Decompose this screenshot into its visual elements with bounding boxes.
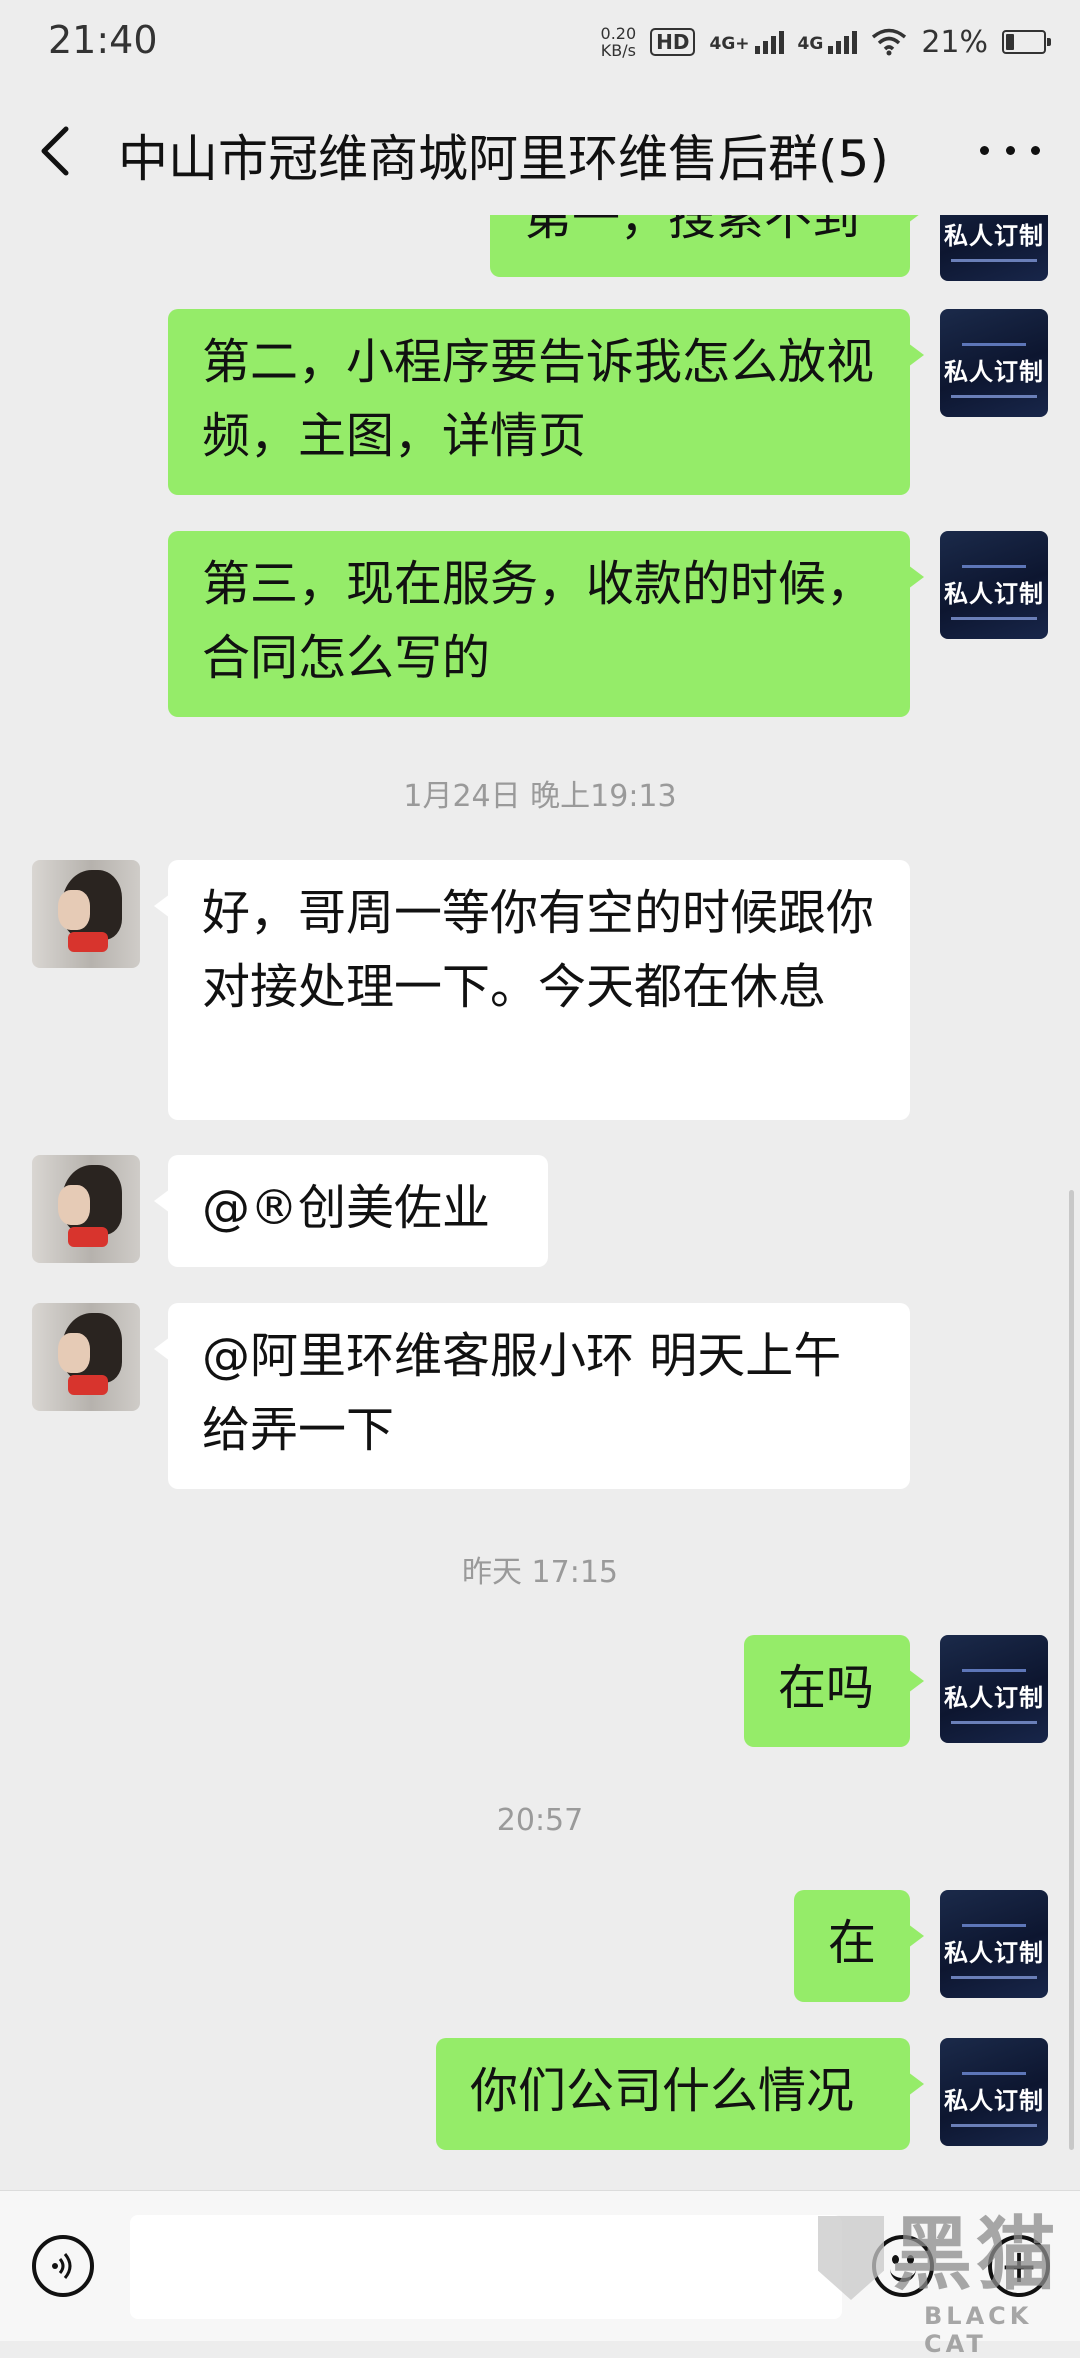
message-bubble[interactable]: 第二，小程序要告诉我怎么放视频，主图，详情页	[168, 309, 924, 495]
message-bubble[interactable]: 好，哥周一等你有空的时候跟你对接处理一下。今天都在休息	[154, 860, 910, 1120]
wifi-icon	[872, 28, 907, 56]
avatar[interactable]	[32, 860, 140, 968]
signal-sim1-icon: 4G+	[709, 30, 784, 54]
net-speed-value: 0.20	[600, 24, 637, 43]
back-button[interactable]	[30, 123, 80, 179]
signal-sim2-icon: 4G	[797, 30, 858, 54]
chat-title: 中山市冠维商城阿里环维售后群(5)	[118, 130, 889, 188]
timestamp: 20:57	[496, 1803, 584, 1838]
message-bubble[interactable]: 第三，现在服务，收款的时候，合同怎么写的	[168, 531, 924, 717]
sim1-label: 4G+	[709, 33, 750, 54]
voice-button[interactable]	[32, 2235, 94, 2297]
net-speed-unit: KB/s	[600, 41, 636, 60]
avatar[interactable]: 私人订制	[940, 1635, 1048, 1743]
avatar[interactable]	[32, 1303, 140, 1411]
avatar[interactable]: 私人订制	[940, 215, 1048, 281]
message-bubble[interactable]: 第一，搜索不到	[490, 215, 924, 277]
avatar[interactable]: 私人订制	[940, 1890, 1048, 1998]
chat-header: 中山市冠维商城阿里环维售后群(5)	[0, 85, 1080, 215]
net-speed: 0.20 KB/s	[601, 25, 637, 59]
avatar[interactable]: 私人订制	[940, 2038, 1048, 2146]
plus-button[interactable]: +	[988, 2235, 1050, 2297]
voice-icon	[52, 2253, 72, 2279]
avatar[interactable]: 私人订制	[940, 531, 1048, 639]
status-indicators: 0.20 KB/s HD 4G+ 4G 21%	[601, 18, 1051, 66]
battery-icon	[1002, 30, 1051, 54]
hd-badge: HD	[650, 28, 696, 56]
chevron-left-icon	[41, 126, 69, 176]
message-bubble[interactable]: 在	[794, 1890, 924, 2002]
scrollbar[interactable]	[1069, 1190, 1074, 2150]
plus-icon: +	[999, 2239, 1039, 2293]
message-input[interactable]	[130, 2215, 842, 2319]
input-bar: +	[0, 2190, 1080, 2341]
timestamp: 1月24日 晚上19:13	[403, 779, 677, 814]
message-bubble[interactable]: 在吗	[744, 1635, 924, 1747]
avatar[interactable]: 私人订制	[940, 309, 1048, 417]
status-time: 21:40	[48, 18, 158, 62]
more-dots-icon	[980, 145, 989, 155]
message-bubble[interactable]: @阿里环维客服小环 明天上午给弄一下	[154, 1303, 910, 1489]
status-bar: 21:40 0.20 KB/s HD 4G+ 4G 21%	[0, 0, 1080, 85]
sim2-label: 4G	[797, 33, 824, 54]
chat-message-list[interactable]: 第一，搜索不到 私人订制 第二，小程序要告诉我怎么放视频，主图，详情页 私人订制…	[0, 215, 1080, 2190]
emoji-button[interactable]	[872, 2235, 934, 2297]
avatar[interactable]	[32, 1155, 140, 1263]
message-bubble[interactable]: 你们公司什么情况	[436, 2038, 924, 2150]
message-bubble[interactable]: @®创美佐业	[154, 1155, 548, 1267]
timestamp: 昨天 17:15	[462, 1555, 618, 1590]
more-button[interactable]	[980, 135, 1040, 165]
battery-percent: 21%	[921, 24, 988, 60]
